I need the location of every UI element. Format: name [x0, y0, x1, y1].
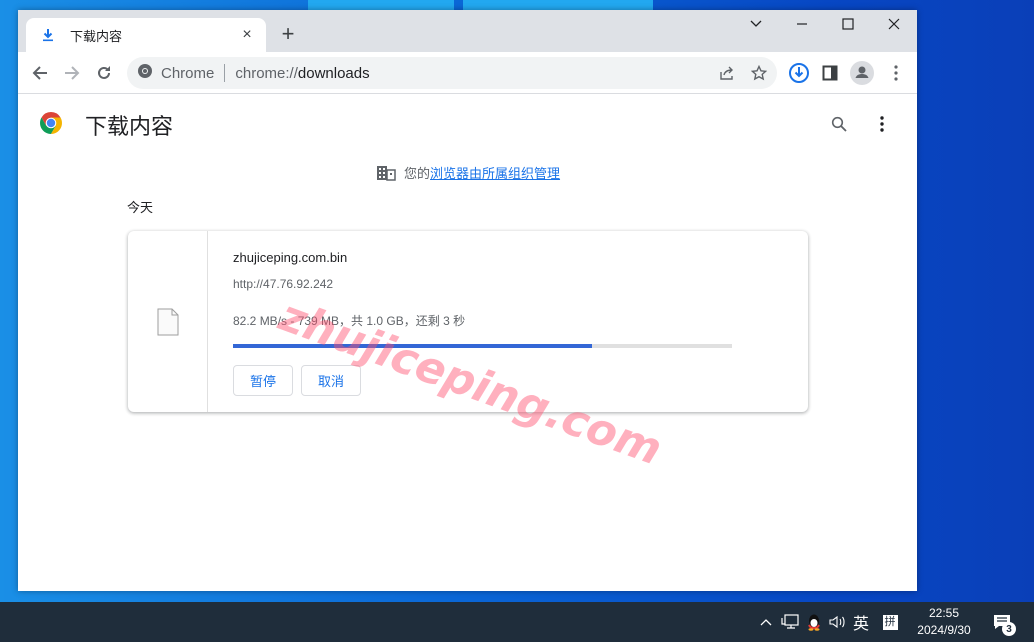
download-filename[interactable]: zhujiceping.com.bin — [233, 250, 347, 265]
pause-button[interactable]: 暂停 — [233, 365, 293, 396]
new-tab-button[interactable]: + — [276, 21, 300, 46]
volume-icon[interactable] — [827, 602, 849, 642]
network-icon[interactable] — [779, 602, 801, 642]
forward-button[interactable] — [60, 61, 84, 85]
toolbar: Chrome chrome://downloads — [18, 52, 917, 94]
cancel-button[interactable]: 取消 — [301, 365, 361, 396]
download-icon — [40, 27, 56, 43]
download-status: 82.2 MB/s - 739 MB，共 1.0 GB，还剩 3 秒 — [233, 314, 466, 328]
tab-strip: 下载内容 × + — [18, 10, 917, 52]
managed-notice: 您的 浏览器由所属组织管理 — [376, 163, 560, 182]
chrome-logo-icon — [39, 111, 63, 135]
page-title: 下载内容 — [85, 114, 174, 139]
tab-search-button[interactable] — [733, 10, 779, 38]
chrome-window: 下载内容 × + Chrome chrome:// downloads 下载内容… — [18, 10, 917, 591]
site-chip-label: Chrome — [161, 64, 215, 82]
tab-downloads[interactable]: 下载内容 × — [26, 18, 266, 52]
download-source-url[interactable]: http://47.76.92.242 — [233, 277, 333, 291]
omnibox-separator — [224, 64, 226, 82]
back-button[interactable] — [28, 61, 52, 85]
downloads-page: 下载内容 您的 浏览器由所属组织管理 今天 zhujiceping.com.bin… — [18, 95, 917, 591]
show-hidden-icons-button[interactable] — [756, 602, 776, 642]
page-more-menu-icon[interactable] — [870, 112, 894, 136]
address-bar[interactable]: Chrome chrome://downloads — [127, 57, 777, 89]
close-window-button[interactable] — [871, 10, 917, 38]
profile-avatar[interactable] — [850, 61, 874, 85]
ime-mode-label: 拼 — [882, 614, 898, 630]
ime-mode-indicator[interactable]: 拼 — [879, 602, 901, 642]
download-icon-column — [128, 231, 208, 412]
side-panel-icon[interactable] — [818, 61, 842, 85]
desktop-window-edge — [463, 0, 653, 10]
chrome-menu-icon[interactable] — [884, 61, 908, 85]
download-progress-fill — [233, 344, 593, 348]
url-scheme: chrome:// — [235, 64, 298, 82]
page-header: 下载内容 — [18, 95, 917, 151]
notification-count-badge: 3 — [1002, 622, 1016, 636]
bookmark-star-icon[interactable] — [747, 61, 771, 85]
taskbar: 英 拼 22:55 2024/9/30 3 — [0, 602, 1034, 642]
search-downloads-button[interactable] — [827, 112, 851, 136]
tab-title: 下载内容 — [70, 28, 123, 44]
date-group-label: 今天 — [127, 200, 154, 215]
building-icon — [376, 165, 396, 181]
minimize-button[interactable] — [779, 10, 825, 38]
reload-button[interactable] — [92, 61, 116, 85]
downloads-button[interactable] — [787, 61, 811, 85]
chrome-site-icon — [137, 63, 153, 83]
tab-close-icon[interactable]: × — [238, 26, 256, 44]
file-icon — [157, 308, 179, 336]
download-item: zhujiceping.com.bin http://47.76.92.242 … — [128, 231, 808, 412]
taskbar-clock[interactable]: 22:55 2024/9/30 — [906, 605, 982, 639]
ime-language-indicator[interactable]: 英 — [850, 602, 872, 642]
qq-icon[interactable] — [803, 602, 825, 642]
share-icon[interactable] — [715, 61, 739, 85]
managed-prefix: 您的 — [404, 166, 431, 181]
clock-time: 22:55 — [928, 606, 960, 620]
clock-date: 2024/9/30 — [917, 623, 971, 637]
managed-policy-link[interactable]: 浏览器由所属组织管理 — [430, 163, 560, 182]
desktop-window-edge — [308, 0, 454, 10]
url-host: downloads — [297, 64, 370, 82]
download-progress-bar — [233, 344, 732, 348]
maximize-button[interactable] — [825, 10, 871, 38]
